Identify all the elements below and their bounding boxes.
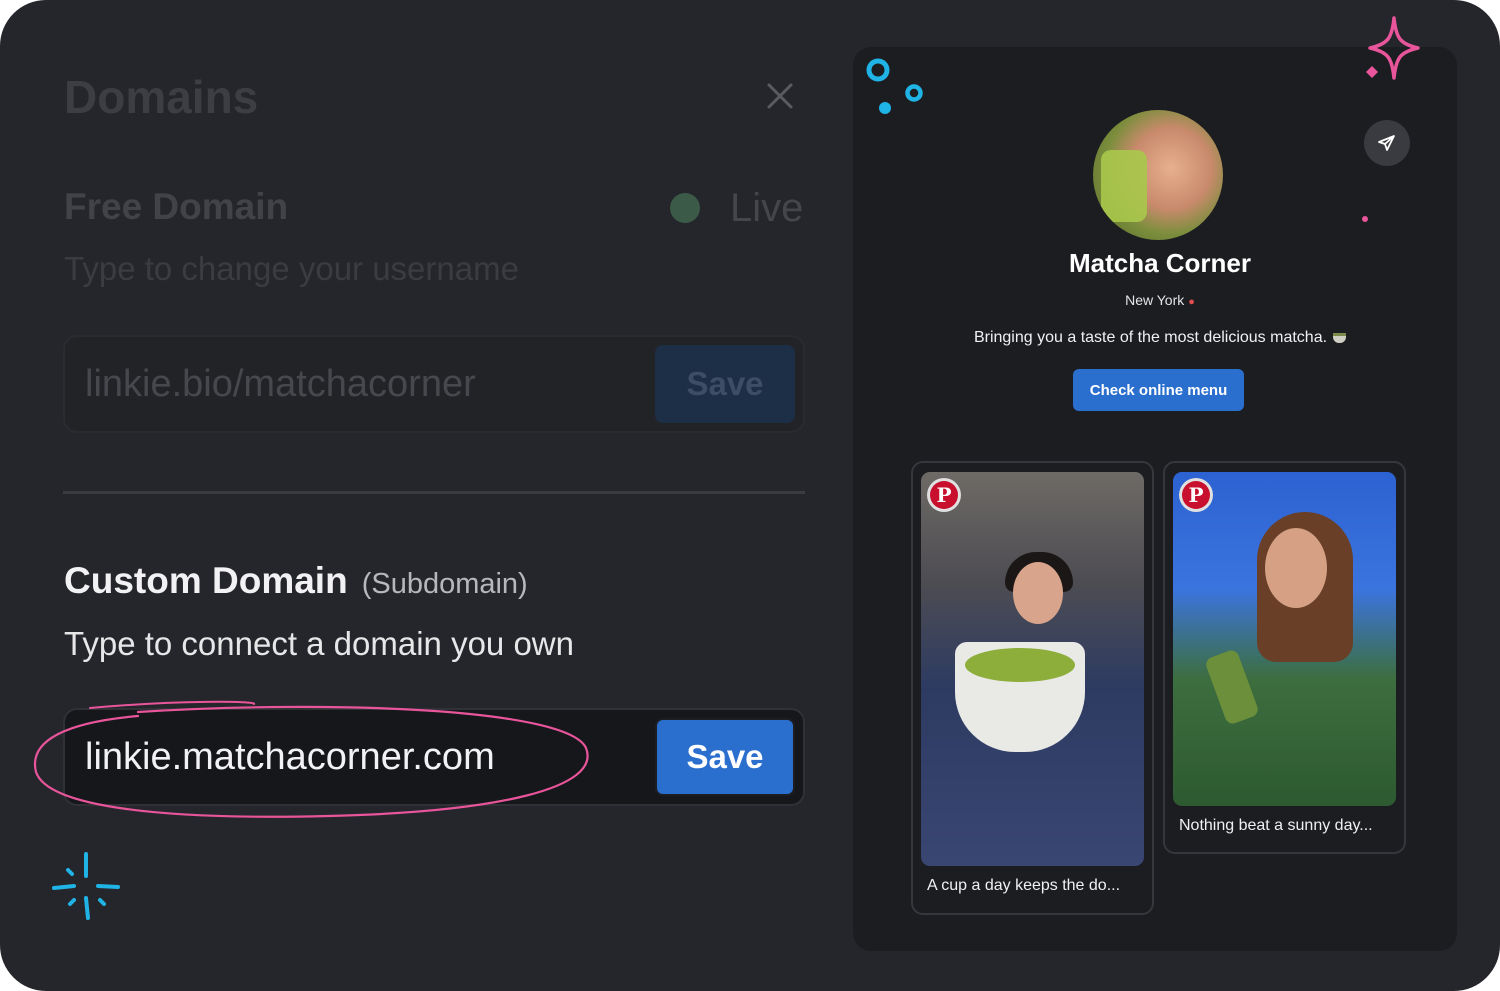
profile-location-text: New York bbox=[1125, 292, 1185, 308]
share-button[interactable] bbox=[1364, 120, 1410, 166]
live-status-dot bbox=[670, 193, 700, 223]
profile-bio-text: Bringing you a taste of the most delicio… bbox=[973, 329, 1328, 346]
sparkle-icon bbox=[52, 852, 120, 920]
free-domain-subtitle: Type to change your username bbox=[64, 250, 519, 287]
dialog-title: Domains bbox=[64, 71, 259, 123]
pinterest-icon: P bbox=[1179, 478, 1213, 512]
avatar bbox=[1093, 110, 1223, 240]
free-domain-title: Free Domain bbox=[64, 186, 289, 227]
profile-bio: Bringing you a taste of the most delicio… bbox=[905, 329, 1415, 347]
custom-domain-heading: Custom Domain (Subdomain) bbox=[64, 560, 528, 602]
card-caption: Nothing beat a sunny day... bbox=[1179, 817, 1373, 834]
pinterest-card[interactable]: P Nothing beat a sunny day... bbox=[1163, 461, 1406, 854]
profile-name: Matcha Corner bbox=[1068, 248, 1252, 278]
custom-domain-subtitle: Type to connect a domain you own bbox=[64, 625, 574, 662]
photo-subject-face bbox=[1013, 562, 1063, 624]
photo-matcha-cup bbox=[955, 642, 1085, 752]
close-icon[interactable] bbox=[762, 78, 798, 114]
free-domain-save-button[interactable]: Save bbox=[655, 345, 795, 423]
custom-domain-title: Custom Domain bbox=[64, 560, 348, 601]
custom-domain-qualifier: (Subdomain) bbox=[361, 568, 528, 600]
matcha-cup-icon bbox=[1333, 333, 1347, 343]
card-caption: A cup a day keeps the do... bbox=[927, 877, 1121, 894]
avatar-drink bbox=[1101, 150, 1147, 222]
custom-domain-save-button[interactable]: Save bbox=[655, 718, 795, 796]
photo-iced-drink bbox=[1204, 648, 1260, 726]
status-badge: Live bbox=[670, 186, 803, 230]
pinterest-icon: P bbox=[927, 478, 961, 512]
free-domain-input[interactable]: linkie.bio/matchacorner bbox=[85, 337, 476, 431]
section-divider bbox=[63, 491, 805, 494]
decorative-circles-icon bbox=[866, 58, 923, 114]
live-status-label: Live bbox=[730, 185, 804, 230]
custom-domain-field: linkie.matchacorner.com Save bbox=[63, 708, 805, 806]
photo-matcha-surface bbox=[965, 648, 1075, 682]
card-photo: P bbox=[921, 472, 1144, 866]
photo-subject-face bbox=[1265, 528, 1327, 608]
custom-domain-input[interactable]: linkie.matchacorner.com bbox=[85, 710, 495, 804]
pinterest-card[interactable]: P A cup a day keeps the do... bbox=[911, 461, 1154, 915]
pin-icon: ● bbox=[1188, 296, 1195, 308]
free-domain-field: linkie.bio/matchacorner Save bbox=[63, 335, 805, 433]
send-icon bbox=[1378, 135, 1395, 151]
decorative-star-icon bbox=[1366, 16, 1420, 80]
check-online-menu-button[interactable]: Check online menu bbox=[1073, 369, 1244, 411]
card-photo: P bbox=[1173, 472, 1396, 806]
profile-location: New York ● bbox=[1060, 292, 1260, 308]
decorative-dot bbox=[1362, 216, 1368, 222]
app-frame: Domains Free Domain Live Type to change … bbox=[0, 0, 1500, 991]
